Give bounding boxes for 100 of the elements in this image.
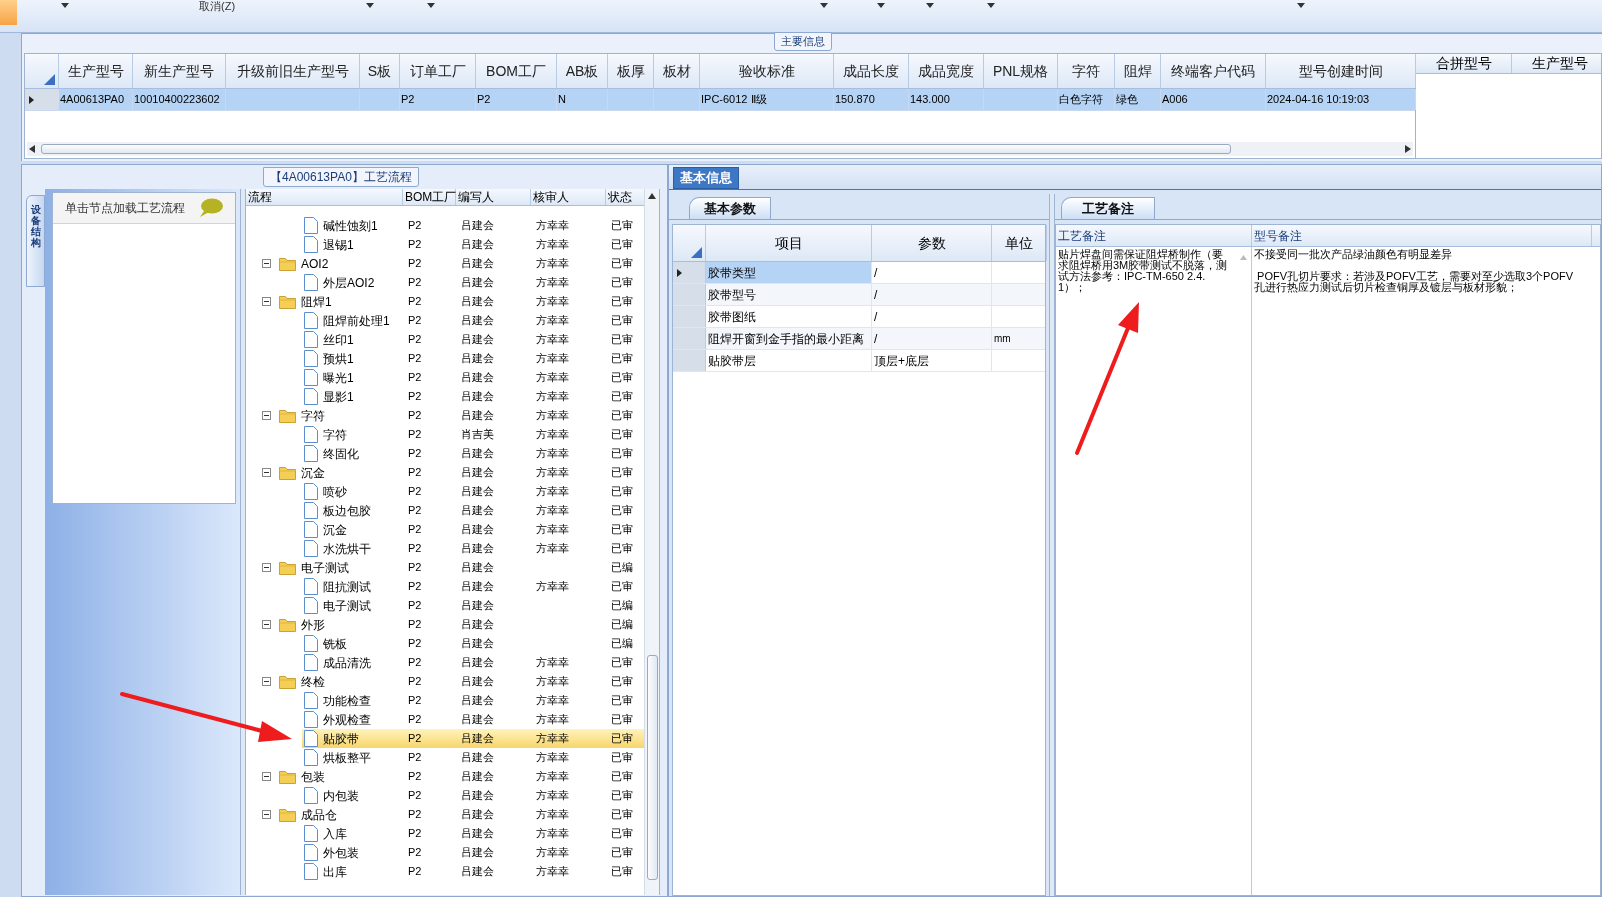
- tree-node-label[interactable]: 阻抗测试: [323, 577, 371, 596]
- scroll-up-icon[interactable]: [648, 193, 656, 199]
- tree-node-label[interactable]: 出库: [323, 862, 347, 881]
- tree-node-label[interactable]: 阻焊前处理1: [323, 311, 390, 330]
- tree-node-label[interactable]: 喷砂: [323, 482, 347, 501]
- collapse-icon[interactable]: [262, 468, 271, 477]
- column-header[interactable]: 项目: [774, 232, 803, 254]
- tree-node-label[interactable]: 碱性蚀刻1: [323, 216, 378, 235]
- grid-row[interactable]: 阻焊开窗到金手指的最小距离 / mm: [673, 328, 1045, 350]
- side-tab[interactable]: 设备结构: [26, 195, 45, 287]
- dropdown-caret-icon[interactable]: [427, 3, 436, 8]
- collapse-icon[interactable]: [262, 297, 271, 306]
- tree-node-label[interactable]: 电子测试: [323, 596, 371, 615]
- tree-node-label[interactable]: 外包装: [323, 843, 359, 862]
- column-header[interactable]: 成品长度: [843, 60, 899, 82]
- tree-node-label[interactable]: 电子测试: [301, 558, 349, 577]
- column-header[interactable]: 成品宽度: [918, 60, 974, 82]
- selected-tree-row[interactable]: 贴胶带 P2 吕建会 方幸幸 已审: [302, 729, 645, 748]
- column-header[interactable]: 单位: [1005, 232, 1033, 254]
- column-header[interactable]: 合拼型号: [1435, 53, 1492, 74]
- tree-node-label[interactable]: 外观检查: [323, 710, 371, 729]
- column-header[interactable]: 验收标准: [738, 60, 795, 82]
- dropdown-caret-icon[interactable]: [1297, 3, 1306, 8]
- column-header[interactable]: S板: [367, 60, 392, 82]
- row-header[interactable]: [673, 262, 706, 283]
- tree-node-label[interactable]: 退锡1: [323, 235, 354, 254]
- column-header[interactable]: 升级前旧生产型号: [236, 60, 349, 82]
- tree-node-label[interactable]: 阻焊1: [301, 292, 332, 311]
- column-header[interactable]: 生产型号: [67, 60, 124, 82]
- tree-node-label[interactable]: 沉金: [323, 520, 347, 539]
- tree-node-label[interactable]: 沉金: [301, 463, 325, 482]
- column-header[interactable]: 板材: [662, 60, 691, 82]
- column-header[interactable]: 状态: [608, 188, 632, 206]
- tree-node-label[interactable]: 外层AOI2: [323, 273, 375, 292]
- dropdown-caret-icon[interactable]: [926, 3, 935, 8]
- tree-node-label[interactable]: 铣板: [323, 634, 347, 653]
- collapse-icon[interactable]: [262, 772, 271, 781]
- tree-node-label[interactable]: AOI2: [301, 254, 329, 273]
- grid-row[interactable]: 贴胶带层 顶层+底层: [673, 350, 1045, 372]
- column-header[interactable]: 终端客户代码: [1171, 60, 1255, 82]
- tree-node-label[interactable]: 曝光1: [323, 368, 354, 387]
- tab[interactable]: 基本信息: [673, 167, 739, 189]
- column-header[interactable]: 型号备注: [1254, 226, 1302, 245]
- cancel-button[interactable]: 取消(Z): [199, 0, 236, 15]
- column-header[interactable]: AB板: [565, 60, 599, 82]
- tab[interactable]: 基本参数: [689, 197, 771, 219]
- dropdown-caret-icon[interactable]: [61, 3, 69, 8]
- column-header[interactable]: 参数: [917, 232, 946, 254]
- column-header[interactable]: 工艺备注: [1058, 226, 1106, 245]
- column-header[interactable]: BOM工厂: [405, 188, 457, 206]
- collapse-icon[interactable]: [262, 411, 271, 420]
- select-all-icon[interactable]: [691, 247, 702, 258]
- column-header[interactable]: 核审人: [533, 188, 569, 206]
- tree-node-label[interactable]: 显影1: [323, 387, 354, 406]
- grid-row[interactable]: 4A00613PA0 10010400223602 P2 P2 N IPC-6012 Ⅱ级 150.870 143.000 白色字符 绿色 A006 2024-04-16 10:19:03: [25, 89, 1415, 111]
- collapse-icon[interactable]: [262, 677, 271, 686]
- dropdown-caret-icon[interactable]: [987, 3, 996, 8]
- tree-node-label[interactable]: 字符: [301, 406, 325, 425]
- grid-row[interactable]: 胶带图纸 /: [673, 306, 1045, 328]
- collapse-icon[interactable]: [262, 563, 271, 572]
- column-header[interactable]: PNL规格: [992, 60, 1049, 82]
- tree-node-label[interactable]: 板边包胶: [323, 501, 371, 520]
- tree-node-label[interactable]: 外形: [301, 615, 325, 634]
- tree-node-label[interactable]: 成品仓: [301, 805, 337, 824]
- tree-node-label[interactable]: 贴胶带: [323, 729, 359, 748]
- tree-node-label[interactable]: 烘板整平: [323, 748, 371, 767]
- row-header[interactable]: [25, 89, 59, 110]
- column-header[interactable]: 板厚: [616, 60, 645, 82]
- collapse-icon[interactable]: [262, 620, 271, 629]
- column-header[interactable]: 编写人: [458, 188, 494, 206]
- dropdown-caret-icon[interactable]: [877, 3, 886, 8]
- select-all-icon[interactable]: [44, 74, 55, 85]
- column-header[interactable]: 阻焊: [1123, 60, 1152, 82]
- column-header[interactable]: 流程: [248, 188, 272, 206]
- tree-node-label[interactable]: 预烘1: [323, 349, 354, 368]
- tree-node-label[interactable]: 水洗烘干: [323, 539, 371, 558]
- dropdown-caret-icon[interactable]: [820, 3, 829, 8]
- column-header[interactable]: BOM工厂: [486, 60, 546, 82]
- tree-node-label[interactable]: 包装: [301, 767, 325, 786]
- tab[interactable]: 工艺备注: [1061, 197, 1155, 219]
- collapse-icon[interactable]: [262, 259, 271, 268]
- column-header[interactable]: 新生产型号: [144, 60, 214, 82]
- grid-row[interactable]: 胶带型号 /: [673, 284, 1045, 306]
- tree-node-label[interactable]: 功能检查: [323, 691, 371, 710]
- column-header[interactable]: 生产型号: [1531, 53, 1588, 74]
- scroll-left-icon[interactable]: [29, 145, 35, 153]
- tree-node-label[interactable]: 成品清洗: [323, 653, 371, 672]
- scroll-right-icon[interactable]: [1405, 145, 1411, 153]
- tree-node-label[interactable]: 终固化: [323, 444, 359, 463]
- collapse-icon[interactable]: [262, 810, 271, 819]
- column-header[interactable]: 型号创建时间: [1298, 60, 1383, 82]
- tree-node-label[interactable]: 终检: [301, 672, 325, 691]
- tree-node-label[interactable]: 内包装: [323, 786, 359, 805]
- tree-node-label[interactable]: 字符: [323, 425, 347, 444]
- tree-node-label[interactable]: 入库: [323, 824, 347, 843]
- column-header[interactable]: 字符: [1072, 60, 1100, 82]
- grid-row[interactable]: 胶带类型 /: [673, 262, 1045, 284]
- column-header[interactable]: 订单工厂: [409, 60, 466, 82]
- dropdown-caret-icon[interactable]: [366, 3, 375, 8]
- tree-node-label[interactable]: 丝印1: [323, 330, 354, 349]
